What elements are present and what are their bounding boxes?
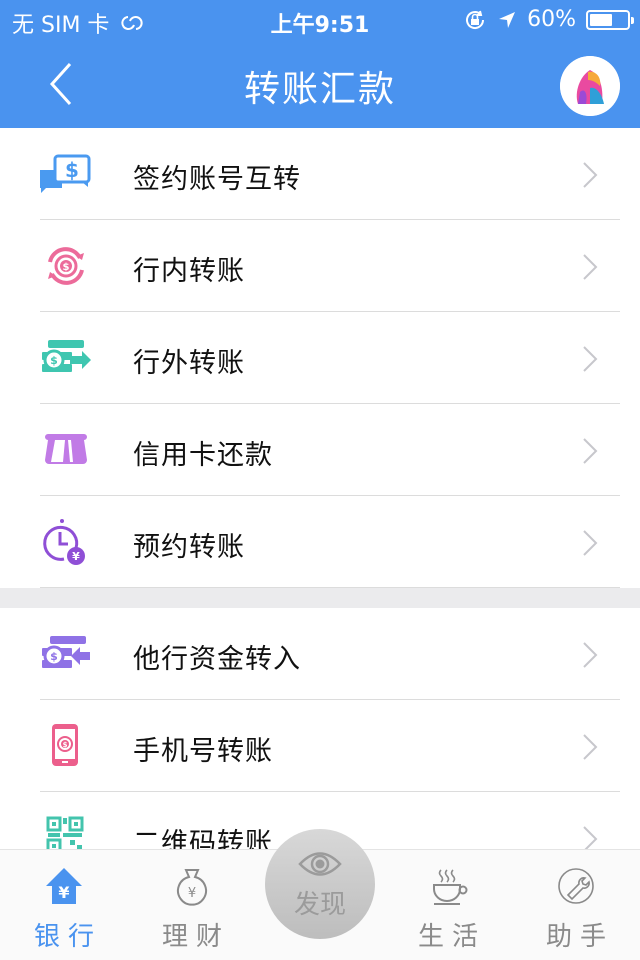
- avatar-button[interactable]: [560, 56, 620, 116]
- nav-bar: 转账汇款: [0, 40, 640, 128]
- section-separator: [0, 588, 640, 608]
- phone-dollar-icon: $: [52, 724, 78, 766]
- menu-item-label: 行外转账: [133, 348, 245, 379]
- menu-item-label: 行内转账: [133, 256, 245, 287]
- menu-item-label: 他行资金转入: [133, 644, 301, 675]
- menu-item-phone-number-transfer[interactable]: $ 手机号转账: [0, 700, 640, 792]
- location-arrow-icon: [499, 11, 516, 28]
- battery-icon: [586, 9, 634, 30]
- transfer-out-icon: $: [42, 340, 91, 372]
- menu-item-credit-card-repayment[interactable]: 信用卡还款: [0, 404, 640, 496]
- menu-item-scheduled-transfer[interactable]: ¥ 预约转账: [0, 496, 640, 588]
- tab-assistant[interactable]: 助手: [512, 850, 640, 960]
- chevron-right-icon: [583, 346, 598, 372]
- menu-item-intra-bank-transfer[interactable]: $ 行内转账: [0, 220, 640, 312]
- chevron-right-icon: [583, 162, 598, 188]
- tab-label: 银行: [33, 922, 102, 952]
- user-avatar-icon: [560, 56, 620, 116]
- divider: [40, 587, 620, 588]
- svg-text:$: $: [65, 158, 79, 182]
- tab-wealth-management[interactable]: ¥ 理财: [128, 850, 256, 960]
- menu-item-label: 手机号转账: [133, 736, 273, 767]
- bank-house-icon: ¥: [46, 868, 82, 904]
- tab-life[interactable]: 生活: [384, 850, 512, 960]
- svg-text:$: $: [50, 354, 58, 367]
- chevron-right-icon: [583, 438, 598, 464]
- clock-yen-icon: ¥: [43, 519, 85, 565]
- transfer-menu-list: $ 签约账号互转 $ 行内转账 $ 行外转账 信用卡还款 ¥ 预约转账 $ 他行…: [0, 128, 640, 884]
- transfer-in-icon: $: [42, 636, 90, 668]
- cycle-dollar-icon: $: [48, 247, 84, 285]
- battery-percent: 60%: [527, 7, 576, 32]
- chat-dollar-icon: $: [40, 154, 91, 193]
- tab-label: 理财: [161, 922, 230, 952]
- menu-item-signed-account-transfer[interactable]: $ 签约账号互转: [0, 128, 640, 220]
- page-title: 转账汇款: [243, 69, 396, 110]
- rotation-lock-icon: [466, 10, 485, 29]
- svg-text:¥: ¥: [58, 883, 69, 902]
- wrench-icon: [558, 868, 594, 904]
- chevron-right-icon: [583, 642, 598, 668]
- tab-bank[interactable]: ¥ 银行: [0, 850, 128, 960]
- menu-item-label: 预约转账: [133, 532, 245, 563]
- tab-label: 助手: [545, 922, 614, 952]
- battery-level-fill: [590, 13, 612, 26]
- status-bar: 无 SIM 卡 上午9:51 60%: [0, 0, 640, 40]
- chevron-right-icon: [583, 734, 598, 760]
- status-right: 60%: [463, 7, 634, 32]
- svg-text:$: $: [63, 262, 70, 273]
- svg-text:$: $: [63, 741, 68, 749]
- chevron-right-icon: [583, 530, 598, 556]
- menu-item-label: 签约账号互转: [133, 164, 301, 195]
- svg-text:¥: ¥: [72, 550, 80, 563]
- eye-icon: [298, 852, 342, 876]
- discover-button[interactable]: 发现: [265, 829, 375, 939]
- card-repay-icon: [45, 434, 87, 464]
- svg-text:¥: ¥: [188, 886, 196, 901]
- menu-item-label: 信用卡还款: [133, 440, 273, 471]
- coffee-cup-icon: [433, 869, 468, 905]
- discover-label: 发现: [293, 890, 346, 920]
- tab-label: 生活: [417, 922, 486, 952]
- chevron-right-icon: [583, 254, 598, 280]
- menu-item-other-bank-fund-in[interactable]: $ 他行资金转入: [0, 608, 640, 700]
- menu-item-inter-bank-transfer[interactable]: $ 行外转账: [0, 312, 640, 404]
- money-bag-icon: ¥: [177, 869, 207, 906]
- svg-text:$: $: [50, 650, 58, 663]
